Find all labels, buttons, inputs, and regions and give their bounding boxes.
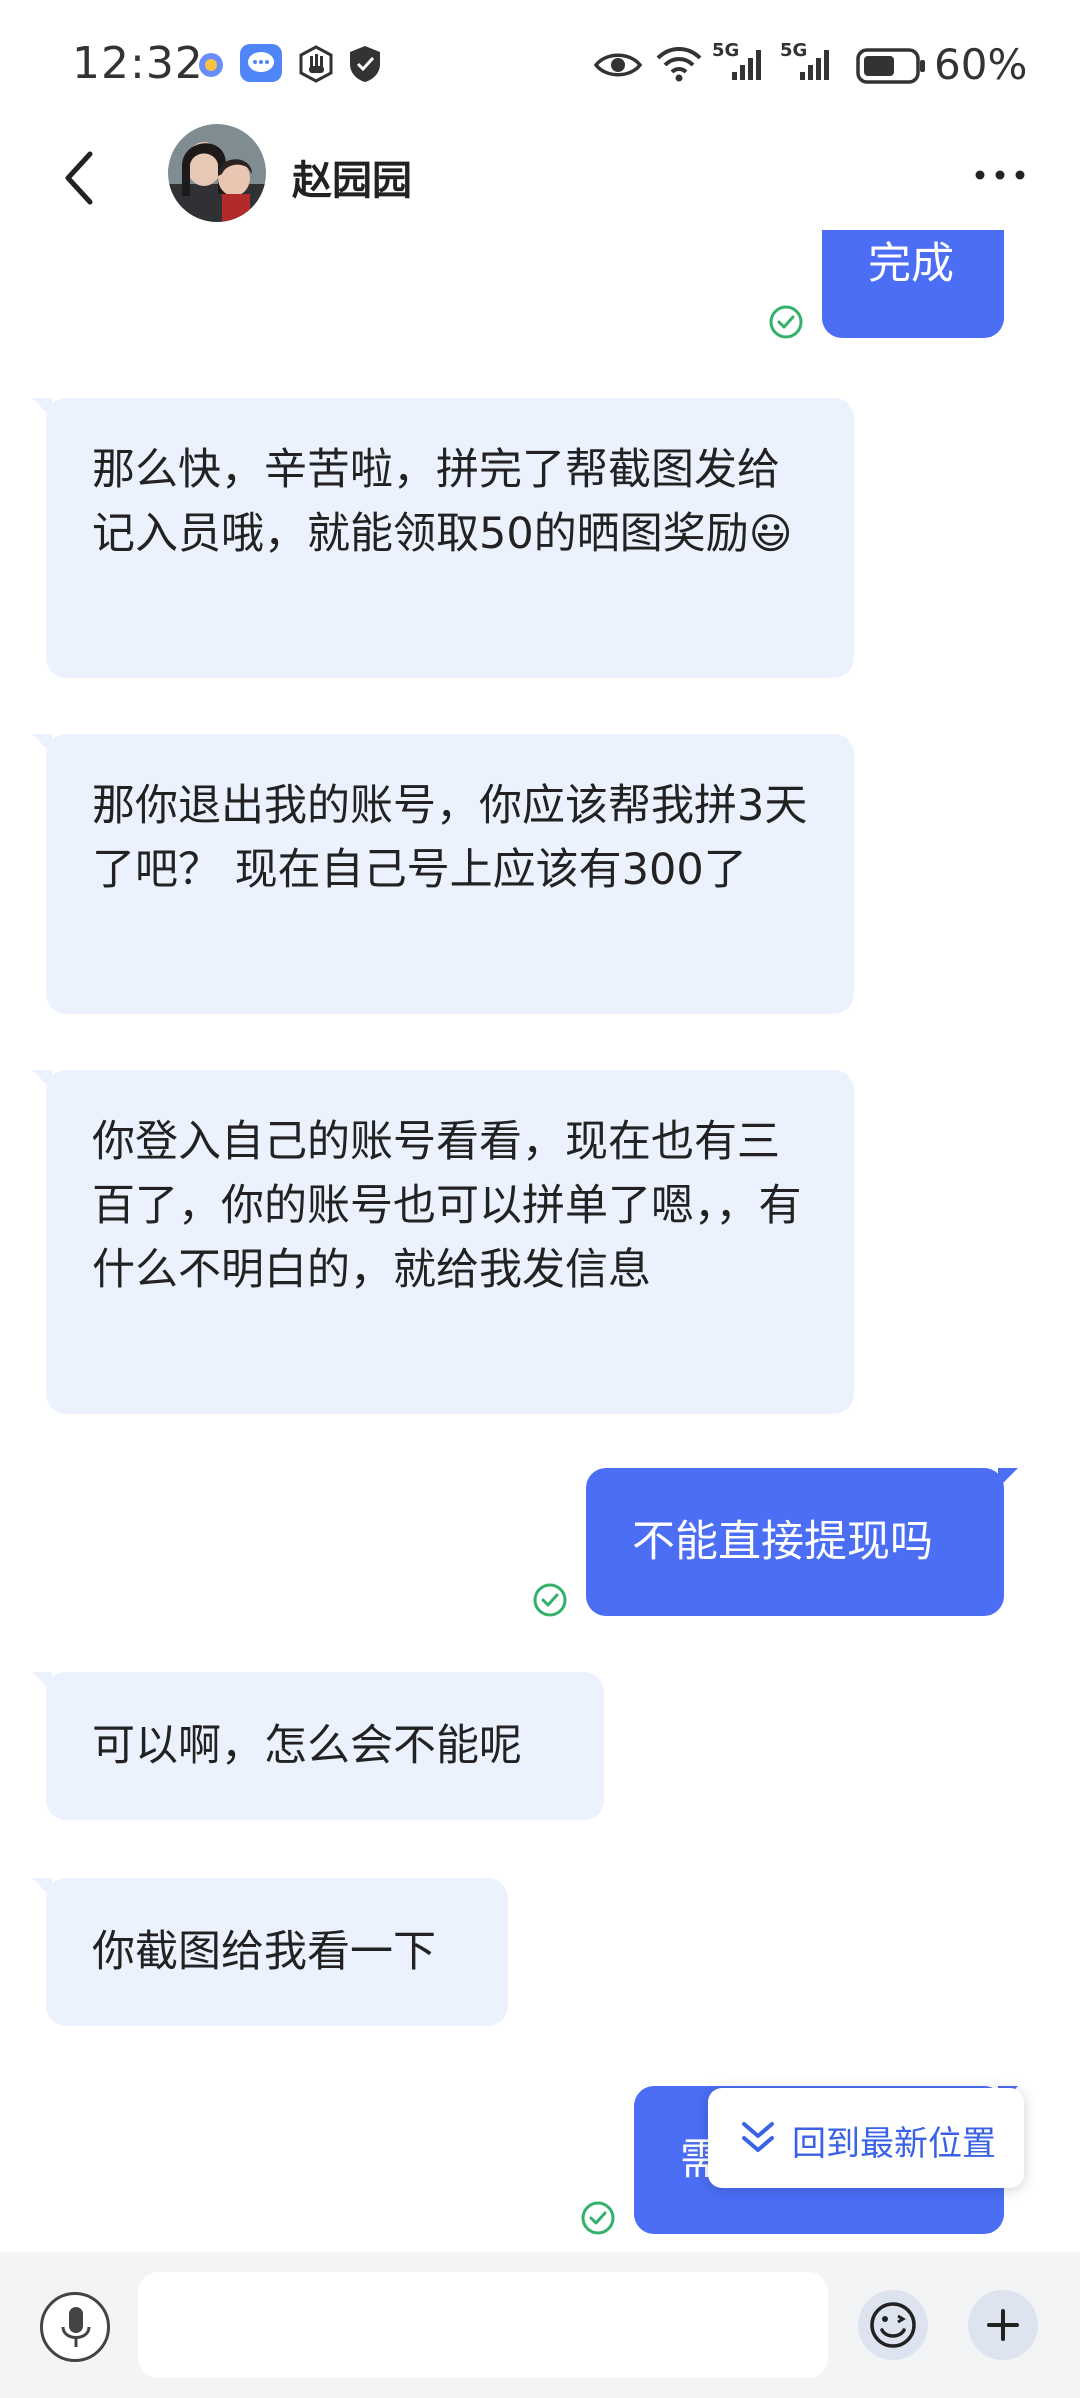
status-bar: 12:32 5G 5G 60% xyxy=(0,0,1080,130)
eye-icon xyxy=(594,53,642,77)
microphone-icon xyxy=(61,2307,91,2347)
battery-percent: 60% xyxy=(934,40,1028,89)
input-bar xyxy=(0,2252,1080,2398)
shield-icon xyxy=(350,46,380,82)
message-text: 可以啊，怎么会不能呢 xyxy=(92,1721,522,1771)
message-text: 那么快，辛苦啦，拼完了帮截图发给记入员哦，就能领取50的晒图奖励 xyxy=(92,445,780,559)
plus-icon xyxy=(987,2309,1019,2341)
sent-check-icon xyxy=(533,1583,567,1617)
sent-check-icon xyxy=(769,305,803,339)
incoming-message[interactable]: 那么快，辛苦啦，拼完了帮截图发给记入员哦，就能领取50的晒图奖励😃 xyxy=(32,398,854,678)
message-app-icon xyxy=(240,44,282,82)
smile-emoji: 😃 xyxy=(748,509,793,558)
contact-name[interactable]: 赵园园 xyxy=(292,148,412,206)
wps-icon xyxy=(199,53,223,77)
bubble-tail xyxy=(32,1672,52,1692)
incoming-message[interactable]: 你登入自己的账号看看，现在也有三百了，你的账号也可以拼单了嗯，，有什么不明白的，… xyxy=(32,1070,854,1414)
signal-icon xyxy=(800,50,829,80)
sent-check-icon xyxy=(581,2201,615,2235)
bubble-tail xyxy=(32,1878,52,1898)
message-text: 你登入自己的账号看看，现在也有三百了，你的账号也可以拼单了嗯，，有什么不明白的，… xyxy=(92,1117,802,1295)
avatar[interactable] xyxy=(168,124,266,222)
double-chevron-down-icon xyxy=(742,2122,774,2152)
message-text: 你截图给我看一下 xyxy=(92,1927,436,1977)
jump-to-latest-label: 回到最新位置 xyxy=(792,2124,996,2164)
outgoing-message[interactable]: 完成 xyxy=(822,230,1004,338)
back-arrow-icon[interactable] xyxy=(56,148,116,208)
emoji-icon xyxy=(870,2302,916,2348)
incoming-message[interactable]: 你截图给我看一下 xyxy=(32,1878,508,2026)
incoming-message[interactable]: 可以啊，怎么会不能呢 xyxy=(32,1672,604,1820)
voice-button[interactable] xyxy=(40,2292,110,2362)
wifi-icon xyxy=(656,47,702,82)
bubble-tail xyxy=(32,1070,52,1090)
message-text: 不能直接提现吗 xyxy=(632,1517,933,1567)
incoming-message[interactable]: 那你退出我的账号，你应该帮我拼3天了吧？ 现在自己号上应该有300了 xyxy=(32,734,854,1014)
hand-icon xyxy=(299,45,333,83)
status-time: 12:32 xyxy=(72,38,204,89)
bubble-tail xyxy=(32,734,52,754)
bubble-tail xyxy=(32,398,52,418)
bubble-tail xyxy=(998,1468,1018,1488)
jump-to-latest-button[interactable]: 回到最新位置 xyxy=(708,2088,1024,2188)
battery-icon xyxy=(856,48,925,84)
message-input[interactable] xyxy=(138,2272,828,2378)
message-list[interactable]: 完成 那么快，辛苦啦，拼完了帮截图发给记入员哦，就能领取50的晒图奖励😃 那你退… xyxy=(0,230,1080,2250)
signal-icon xyxy=(732,50,761,80)
message-text: 完成 xyxy=(868,239,954,289)
outgoing-message[interactable]: 不能直接提现吗 xyxy=(586,1468,1018,1616)
chat-header: 赵园园 xyxy=(0,120,1080,230)
emoji-button[interactable] xyxy=(858,2290,928,2360)
message-text: 那你退出我的账号，你应该帮我拼3天了吧？ 现在自己号上应该有300了 xyxy=(92,781,808,895)
more-dots-icon[interactable] xyxy=(972,160,1028,190)
add-attachment-button[interactable] xyxy=(968,2290,1038,2360)
